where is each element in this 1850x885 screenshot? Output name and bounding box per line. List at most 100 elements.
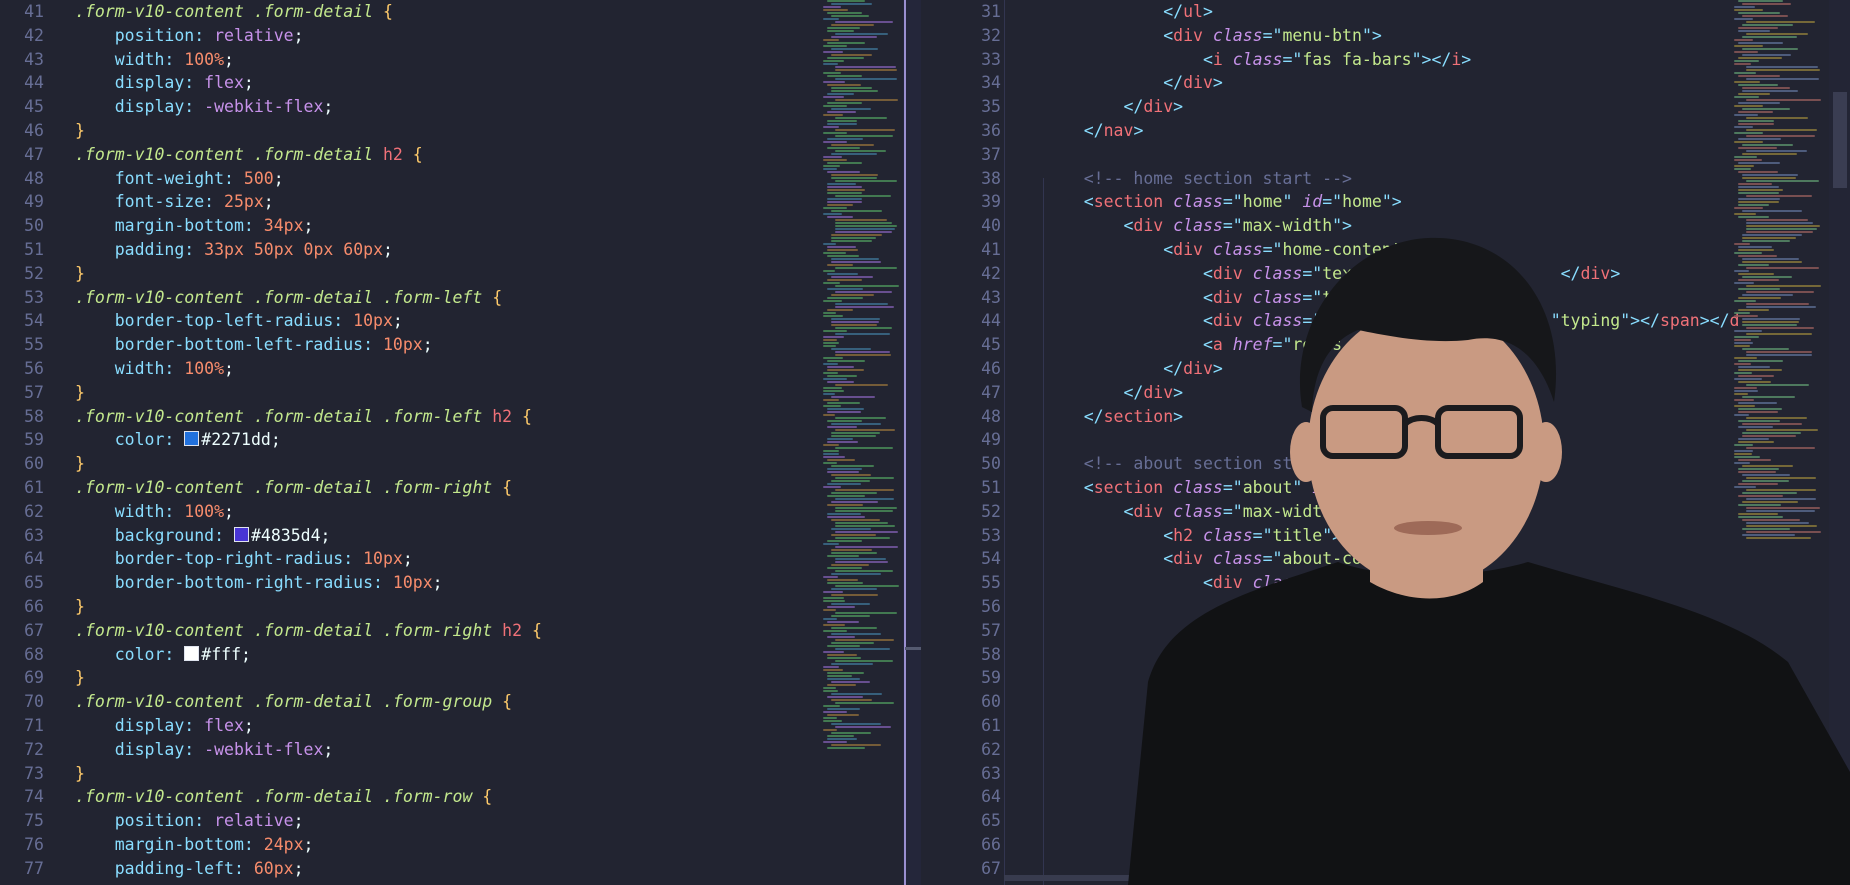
code-line[interactable]: .form-v10-content .form-detail { [75,0,542,24]
code-line[interactable]: .form-v10-content .form-detail .form-rig… [75,619,542,643]
code-token: px [373,311,393,331]
code-line[interactable]: } [75,452,542,476]
code-token: 10 [353,311,374,331]
code-token: : [184,239,205,259]
css-editor-pane[interactable]: 41 42 43 44 45 46 47 48 49 50 51 52 53 54 55 56 57 58 59 60… [0,0,903,885]
pane-divider[interactable] [903,0,921,885]
code-line[interactable]: </nav> [1044,119,1739,143]
minimap-line [823,156,843,158]
code-line[interactable]: width: 100%; [75,500,542,524]
code-line[interactable]: color: #2271dd; [75,428,542,452]
code-token: flex [204,73,244,93]
minimap-line [827,57,865,59]
line-number: 53 [24,287,44,307]
code-line[interactable]: } [75,381,542,405]
code-line[interactable]: font-size: 25px; [75,190,542,214]
code-line[interactable]: border-bottom-right-radius: 10px; [75,571,542,595]
code-line[interactable]: border-top-right-radius: 10px; [75,547,542,571]
code-token: ; [383,239,393,259]
code-line[interactable]: margin-bottom: 24px; [75,833,542,857]
code-line[interactable]: font-weight: 500; [75,167,542,191]
minimap-line [835,69,898,71]
code-line[interactable] [1044,143,1739,167]
code-line[interactable]: } [75,762,542,786]
code-line[interactable]: .form-v10-content .form-detail .form-gro… [75,690,542,714]
code-line[interactable]: position: relative; [75,809,542,833]
code-line[interactable]: } [75,262,542,286]
code-token: ; [422,335,433,355]
webcam-overlay [1128,237,1850,885]
code-line[interactable]: width: 100%; [75,357,542,381]
code-line[interactable]: width: 100%; [75,48,542,72]
minimap[interactable] [823,0,903,760]
minimap-line [823,387,843,389]
minimap-line [827,645,860,647]
minimap-line [835,726,892,728]
code-line[interactable]: .form-v10-content .form-detail .form-row… [75,785,542,809]
code-token: =" [1222,192,1243,212]
minimap-line [1746,66,1819,68]
code-line[interactable]: </ul> [1044,0,1739,24]
minimap-line [827,672,865,674]
minimap-line [823,114,843,116]
code-line[interactable]: </div> [1044,71,1739,95]
code-line[interactable]: display: -webkit-flex; [75,738,542,762]
code-token: : [184,739,205,759]
code-line[interactable]: .form-v10-content .form-detail h2 { [75,143,542,167]
code-line[interactable]: .form-v10-content .form-detail .form-lef… [75,405,542,429]
code-line[interactable]: color: #fff; [75,643,542,667]
minimap-line [823,81,845,83]
code-line[interactable]: display: flex; [75,71,542,95]
code-line[interactable]: } [75,119,542,143]
minimap-line [827,426,857,428]
code-token: ; [323,97,334,117]
code-line[interactable]: } [75,666,542,690]
minimap-line [831,318,880,320]
scrollbar-thumb[interactable] [1833,92,1847,188]
code-line[interactable]: display: -webkit-flex; [75,95,542,119]
line-number: 61 [981,715,1001,735]
minimap-line [827,516,865,518]
code-line[interactable]: padding-left: 60px; [75,857,542,881]
code-line[interactable]: display: flex; [75,714,542,738]
code-token: h2 [492,406,513,426]
minimap-line [835,384,889,386]
minimap-line [827,204,853,206]
minimap-line [823,390,844,392]
code-line[interactable]: border-top-left-radius: 10px; [75,309,542,333]
color-swatch[interactable] [184,645,200,661]
code-line[interactable]: border-bottom-left-radius: 10px; [75,333,542,357]
minimap-line [823,63,838,65]
line-number: 50 [981,454,1001,474]
code-token: #4835d4 [250,525,321,545]
code-line[interactable]: } [75,595,542,619]
code-token: : [184,715,205,735]
color-swatch[interactable] [184,431,200,447]
code-line[interactable]: padding: 33px 50px 0px 60px; [75,238,542,262]
code-line[interactable]: </div> [1044,95,1739,119]
code-line[interactable]: .form-v10-content .form-detail .form-rig… [75,476,542,500]
left-ear [1290,422,1322,482]
code-line[interactable]: background: #4835d4; [75,524,542,548]
code-token: 60 [343,239,364,259]
code-line[interactable]: margin-bottom: 34px; [75,214,542,238]
line-number: 75 [24,811,44,831]
code-line[interactable]: <i class="fas fa-bars"></i> [1044,48,1739,72]
code-line[interactable]: <!-- home section start --> [1044,167,1739,191]
code-token: ul [1183,2,1203,21]
minimap-line [835,306,894,308]
code-area[interactable]: .form-v10-content .form-detail { positio… [75,0,542,880]
code-line[interactable]: <section class="home" id="home"> [1044,190,1739,214]
code-line[interactable]: <div class="menu-btn"> [1044,24,1739,48]
code-line[interactable]: .form-v10-content .form-detail .form-lef… [75,286,542,310]
code-line[interactable]: position: relative; [75,24,542,48]
minimap-line [827,381,855,383]
divider-handle[interactable] [905,647,921,650]
line-number: 49 [24,192,44,212]
color-swatch[interactable] [233,526,249,542]
